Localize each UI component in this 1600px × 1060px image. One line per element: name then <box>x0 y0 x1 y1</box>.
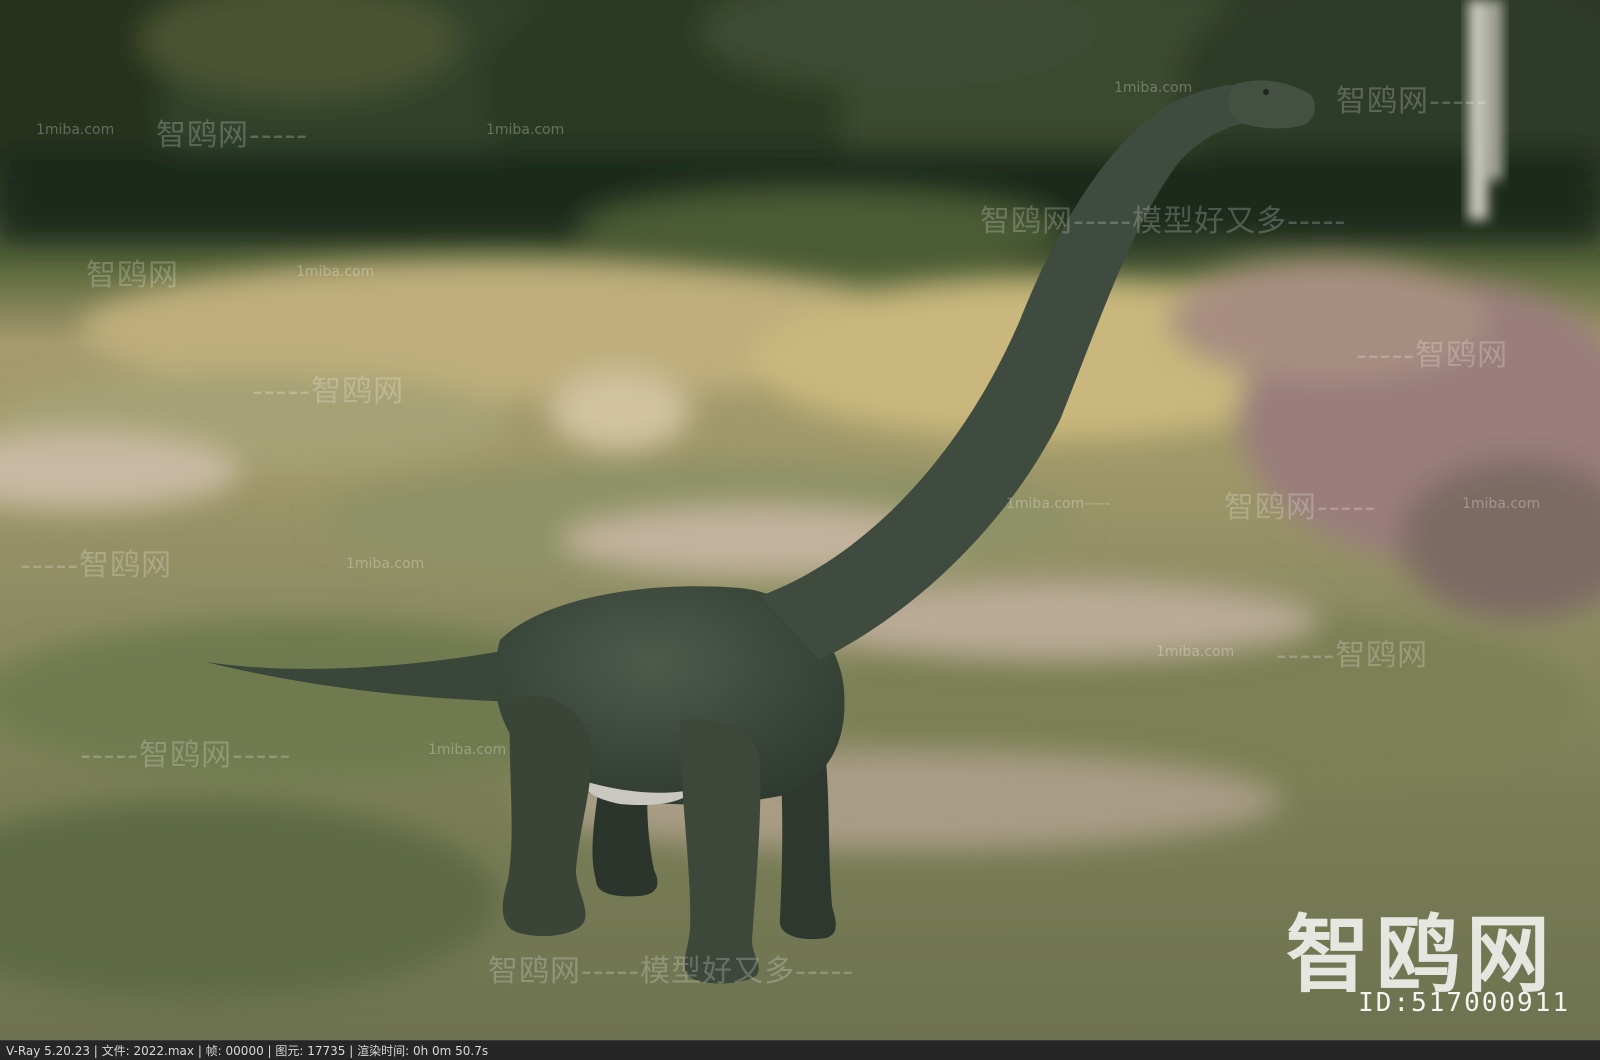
watermark-slogan-bottom: 智鸥网-----模型好又多----- <box>488 954 855 989</box>
dinosaur-near-fore-leg <box>680 719 761 984</box>
vray-status-bar: V-Ray 5.20.23 | 文件: 2022.max | 帧: 00000 … <box>0 1040 1600 1060</box>
watermark-site-top-center: 1miba.com <box>486 122 565 138</box>
watermark-slogan-upper: 智鸥网-----模型好又多----- <box>980 204 1347 239</box>
dinosaur-near-hind-leg <box>502 696 592 937</box>
watermark-site-left-4: 1miba.com <box>428 742 507 758</box>
watermark-logo-right-3: -----智鸥网 <box>1276 638 1429 673</box>
watermark-logo-left-3: -----智鸥网 <box>20 548 173 583</box>
watermark-logo-left-2: -----智鸥网 <box>252 374 405 409</box>
dinosaur-eye <box>1263 89 1269 95</box>
watermark-logo-top-left: 智鸥网----- <box>156 118 309 153</box>
watermark-logo-right-2: -----智鸥网 <box>1356 338 1509 373</box>
watermark-logo-left-4: -----智鸥网----- <box>80 738 292 773</box>
watermark-site-left-1: 1miba.com <box>296 264 375 280</box>
render-viewport: 1miba.com 智鸥网----- 1miba.com 1miba.com 智… <box>0 0 1600 1060</box>
watermark-logo-left-1: 智鸥网 <box>86 258 179 293</box>
watermark-site-right-3: 1miba.com <box>1156 644 1235 660</box>
watermark-logo-top-right: 智鸥网----- <box>1336 84 1489 119</box>
watermark-site-center-right-2: 1miba.com <box>1462 496 1541 512</box>
watermark-site-top-left: 1miba.com <box>36 122 115 138</box>
watermark-id-label: ID:517000911 <box>1358 988 1570 1018</box>
watermark-logo-center-right: 智鸥网----- <box>1224 490 1377 525</box>
watermark-site-top-right: 1miba.com <box>1114 80 1193 96</box>
watermark-site-left-3: 1miba.com <box>346 556 425 572</box>
watermark-site-center-right: 1miba.com----- <box>1006 496 1110 512</box>
